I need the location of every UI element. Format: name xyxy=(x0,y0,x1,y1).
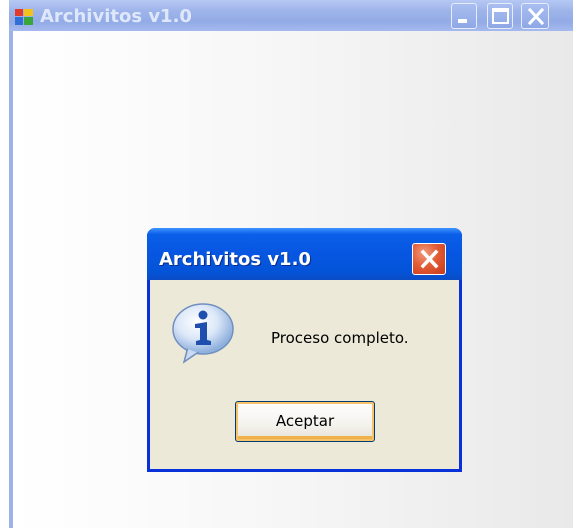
close-button[interactable] xyxy=(521,3,549,29)
minimize-button[interactable] xyxy=(451,3,477,29)
ok-button[interactable]: Aceptar xyxy=(235,401,375,442)
close-icon xyxy=(527,7,545,26)
application-icon xyxy=(15,9,33,25)
message-box-body: Proceso completo. Aceptar xyxy=(150,280,459,469)
minimize-icon xyxy=(458,19,467,23)
maximize-icon xyxy=(492,8,509,24)
main-titlebar[interactable]: Archivitos v1.0 xyxy=(9,0,573,31)
close-icon xyxy=(420,249,439,269)
message-box-titlebar[interactable]: Archivitos v1.0 xyxy=(147,228,462,280)
main-window-title: Archivitos v1.0 xyxy=(40,6,192,27)
message-box-close-button[interactable] xyxy=(412,243,446,275)
message-box-dialog: Archivitos v1.0 Proceso completo. Acepta… xyxy=(147,228,462,472)
message-box-title: Archivitos v1.0 xyxy=(159,249,311,270)
maximize-button[interactable] xyxy=(487,3,513,29)
information-icon xyxy=(172,303,234,364)
message-text: Proceso completo. xyxy=(271,329,409,347)
